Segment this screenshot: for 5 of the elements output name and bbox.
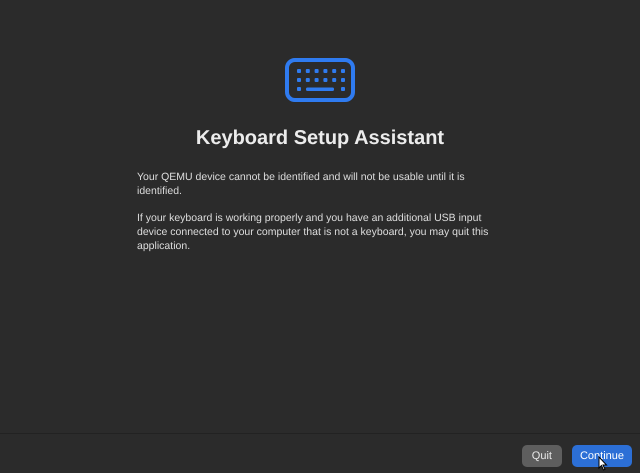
message-text: If your keyboard is working properly and you have an additional USB input device connected to your computer that is not a keyboard, you may quit this application. bbox=[137, 211, 490, 253]
quit-button[interactable]: Quit bbox=[522, 445, 562, 467]
keyboard-icon bbox=[284, 57, 356, 103]
message-text: Your QEMU device cannot be identified and will not be usable until it is identified. bbox=[137, 170, 466, 198]
dialog-title: Keyboard Setup Assistant bbox=[196, 127, 444, 150]
